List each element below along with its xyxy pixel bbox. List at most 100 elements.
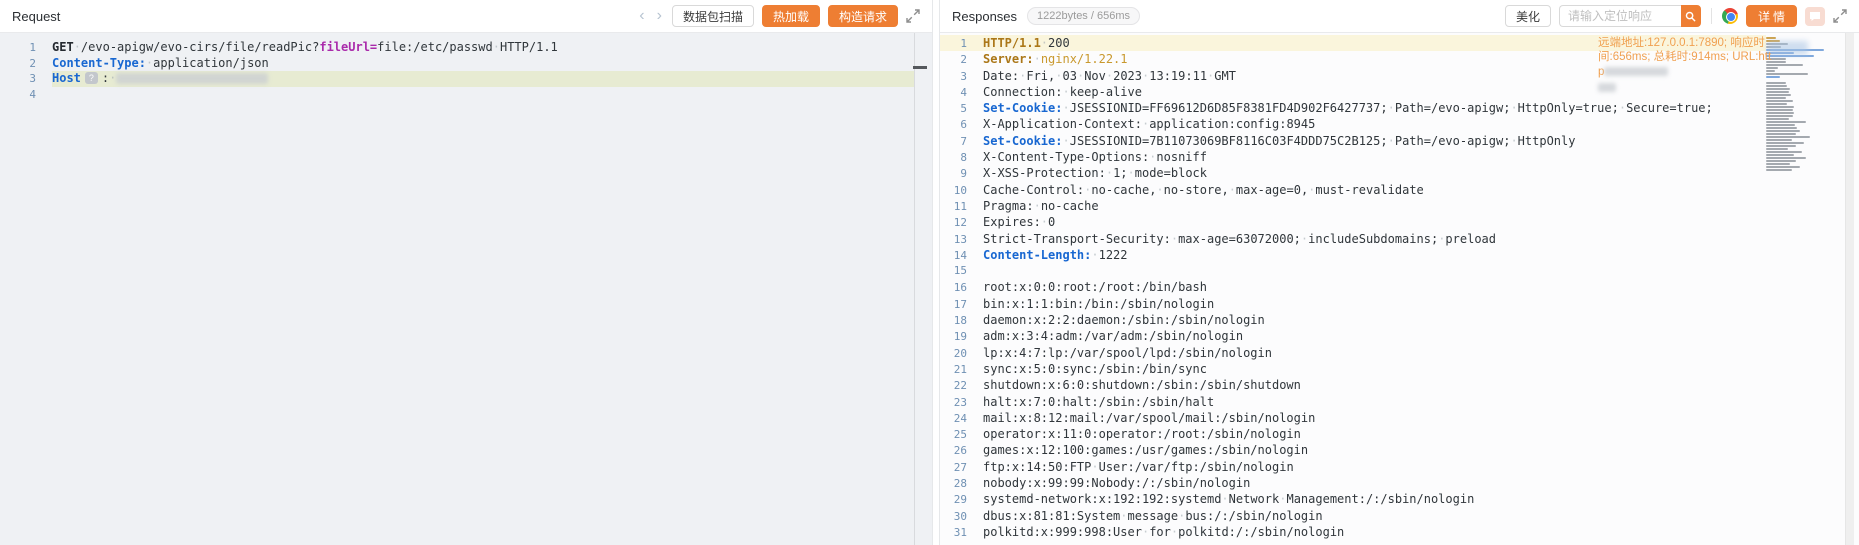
scrollbar[interactable] [1845, 33, 1854, 545]
token: Server: [983, 52, 1034, 66]
line-number: 6 [940, 117, 967, 133]
minimap[interactable] [1766, 37, 1842, 172]
token: Set-Cookie: [983, 134, 1062, 148]
line-number: 30 [940, 509, 967, 525]
minimap-line [1766, 148, 1788, 150]
line-number: 15 [940, 263, 967, 279]
token: Connection:·keep-alive [983, 85, 1142, 99]
request-editor[interactable]: 1GET·/evo-apigw/evo-cirs/file/readPic?fi… [0, 33, 932, 545]
token: GET [52, 40, 74, 54]
token: Set-Cookie: [983, 101, 1062, 115]
response-panel: Responses 1222bytes / 656ms 美化 详情 [939, 0, 1859, 545]
search-input[interactable] [1559, 5, 1681, 27]
token: · [1034, 52, 1041, 66]
token: Strict-Transport-Security:·max-age=63072… [983, 232, 1496, 246]
code-line: 4 [0, 87, 914, 103]
cursor-line-marker [913, 66, 927, 69]
token: ·JSESSIONID=FF69612D6D85F8381FD4D902F642… [1062, 101, 1712, 115]
line-number: 4 [0, 87, 36, 103]
token: Expires:·0 [983, 215, 1055, 229]
token: shutdown:x:6:0:shutdown:/sbin:/sbin/shut… [983, 378, 1301, 392]
build-request-button[interactable]: 构造请求 [828, 5, 898, 27]
line-number: 16 [940, 280, 967, 296]
code-line: 25 operator:x:11:0:operator:/root:/sbin/n… [940, 426, 1766, 442]
line-content: daemon:x:2:2:daemon:/sbin:/sbin/nologin [983, 312, 1766, 328]
line-content: Host?:· [52, 71, 914, 87]
line-content: Cache-Control:·no-cache,·no-store,·max-a… [983, 182, 1766, 198]
token: ·1222 [1091, 248, 1127, 262]
history-prev-icon[interactable]: ‹ [637, 8, 646, 24]
line-content: lp:x:4:7:lp:/var/spool/lpd:/sbin/nologin [983, 345, 1766, 361]
request-header: Request ‹ › 数据包扫描 热加载 构造请求 [0, 0, 932, 33]
minimap-line [1766, 151, 1802, 153]
line-number: 2 [0, 56, 36, 72]
line-number: 8 [940, 150, 967, 166]
line-content: GET·/evo-apigw/evo-cirs/file/readPic?fil… [52, 40, 914, 56]
minimap-line [1766, 139, 1792, 141]
minimap-line [1766, 163, 1790, 165]
expand-response-icon[interactable] [1833, 9, 1847, 23]
token: polkitd:x:999:998:User·for·polkitd:/:/sb… [983, 525, 1344, 539]
response-meta-annotation: 远端地址:127.0.0.1:7890; 响应时间:656ms; 总耗时:914… [1598, 36, 1774, 92]
minimap-line [1766, 154, 1794, 156]
beautify-button[interactable]: 美化 [1505, 5, 1551, 27]
divider [1711, 8, 1712, 24]
line-number: 20 [940, 346, 967, 362]
minimap-line [1766, 166, 1800, 168]
token: nginx/1.22.1 [1041, 52, 1128, 66]
code-line: 1GET·/evo-apigw/evo-cirs/file/readPic?fi… [0, 40, 914, 56]
code-line: 12Expires:·0 [940, 214, 1766, 230]
line-number: 10 [940, 183, 967, 199]
code-line: 17bin:x:1:1:bin:/bin:/sbin/nologin [940, 296, 1766, 312]
line-number: 1 [940, 36, 967, 52]
minimap-line [1766, 127, 1797, 129]
code-line: 30dbus:x:81:81:System·message·bus:/:/sbi… [940, 508, 1766, 524]
code-line: 22shutdown:x:6:0:shutdown:/sbin:/sbin/sh… [940, 377, 1766, 393]
response-editor[interactable]: 远端地址:127.0.0.1:7890; 响应时间:656ms; 总耗时:914… [940, 33, 1859, 545]
token: Host [52, 71, 81, 85]
line-number: 23 [940, 395, 967, 411]
hot-reload-button[interactable]: 热加载 [762, 5, 820, 27]
search-button[interactable] [1681, 5, 1701, 27]
token: Cache-Control:·no-cache,·no-store,·max-a… [983, 183, 1424, 197]
token: ·/evo-apigw/evo-cirs/file/readPic? [74, 40, 320, 54]
detail-button[interactable]: 详情 [1746, 5, 1797, 27]
code-line: 20 lp:x:4:7:lp:/var/spool/lpd:/sbin/nolog… [940, 345, 1766, 361]
code-line: 5Set-Cookie:·JSESSIONID=FF69612D6D85F838… [940, 100, 1766, 116]
line-number: 28 [940, 476, 967, 492]
line-number: 25 [940, 427, 967, 443]
token: nobody:x:99:99:Nobody:/:/sbin/nologin [983, 476, 1250, 490]
redacted-url [1604, 67, 1668, 76]
host-hint-badge[interactable]: ? [85, 72, 98, 84]
line-content: mail:x:8:12:mail:/var/spool/mail:/sbin/n… [983, 410, 1766, 426]
line-content: operator:x:11:0:operator:/root:/sbin/nol… [983, 426, 1766, 442]
minimap-line [1766, 121, 1806, 123]
line-content: Set-Cookie:·JSESSIONID=7B11073069BF8116C… [983, 133, 1766, 149]
open-in-browser-icon[interactable] [1722, 8, 1738, 24]
minimap-line [1766, 97, 1786, 99]
code-line: 27ftp:x:14:50:FTP·User:/var/ftp:/sbin/no… [940, 459, 1766, 475]
token: root:x:0:0:root:/root:/bin/bash [983, 280, 1207, 294]
minimap-line [1766, 106, 1794, 108]
line-content: polkitd:x:999:998:User·for·polkitd:/:/sb… [983, 524, 1766, 540]
line-content: root:x:0:0:root:/root:/bin/bash [983, 279, 1766, 295]
code-line: 23halt:x:7:0:halt:/sbin:/sbin/halt [940, 394, 1766, 410]
minimap-line [1766, 124, 1795, 126]
line-number: 7 [940, 134, 967, 150]
token: Pragma:·no-cache [983, 199, 1099, 213]
code-line: 10 Cache-Control:·no-cache,·no-store,·max… [940, 182, 1766, 198]
expand-request-icon[interactable] [906, 9, 920, 23]
line-content: ftp:x:14:50:FTP·User:/var/ftp:/sbin/nolo… [983, 459, 1766, 475]
chat-feedback-icon[interactable] [1805, 7, 1825, 26]
line-content: Strict-Transport-Security:·max-age=63072… [983, 231, 1766, 247]
code-line: 24mail:x:8:12:mail:/var/spool/mail:/sbin… [940, 410, 1766, 426]
http-fuzzer-view: Request ‹ › 数据包扫描 热加载 构造请求 1GET·/evo-api… [0, 0, 1859, 545]
history-next-icon[interactable]: › [655, 8, 664, 24]
minimap-line [1766, 118, 1789, 120]
token: sync:x:5:0:sync:/sbin:/bin/sync [983, 362, 1207, 376]
line-number: 3 [940, 69, 967, 85]
token: adm:x:3:4:adm:/var/adm:/sbin/nologin [983, 329, 1243, 343]
line-number: 31 [940, 525, 967, 541]
code-line: 21sync:x:5:0:sync:/sbin:/bin/sync [940, 361, 1766, 377]
packet-scan-button[interactable]: 数据包扫描 [672, 5, 754, 27]
